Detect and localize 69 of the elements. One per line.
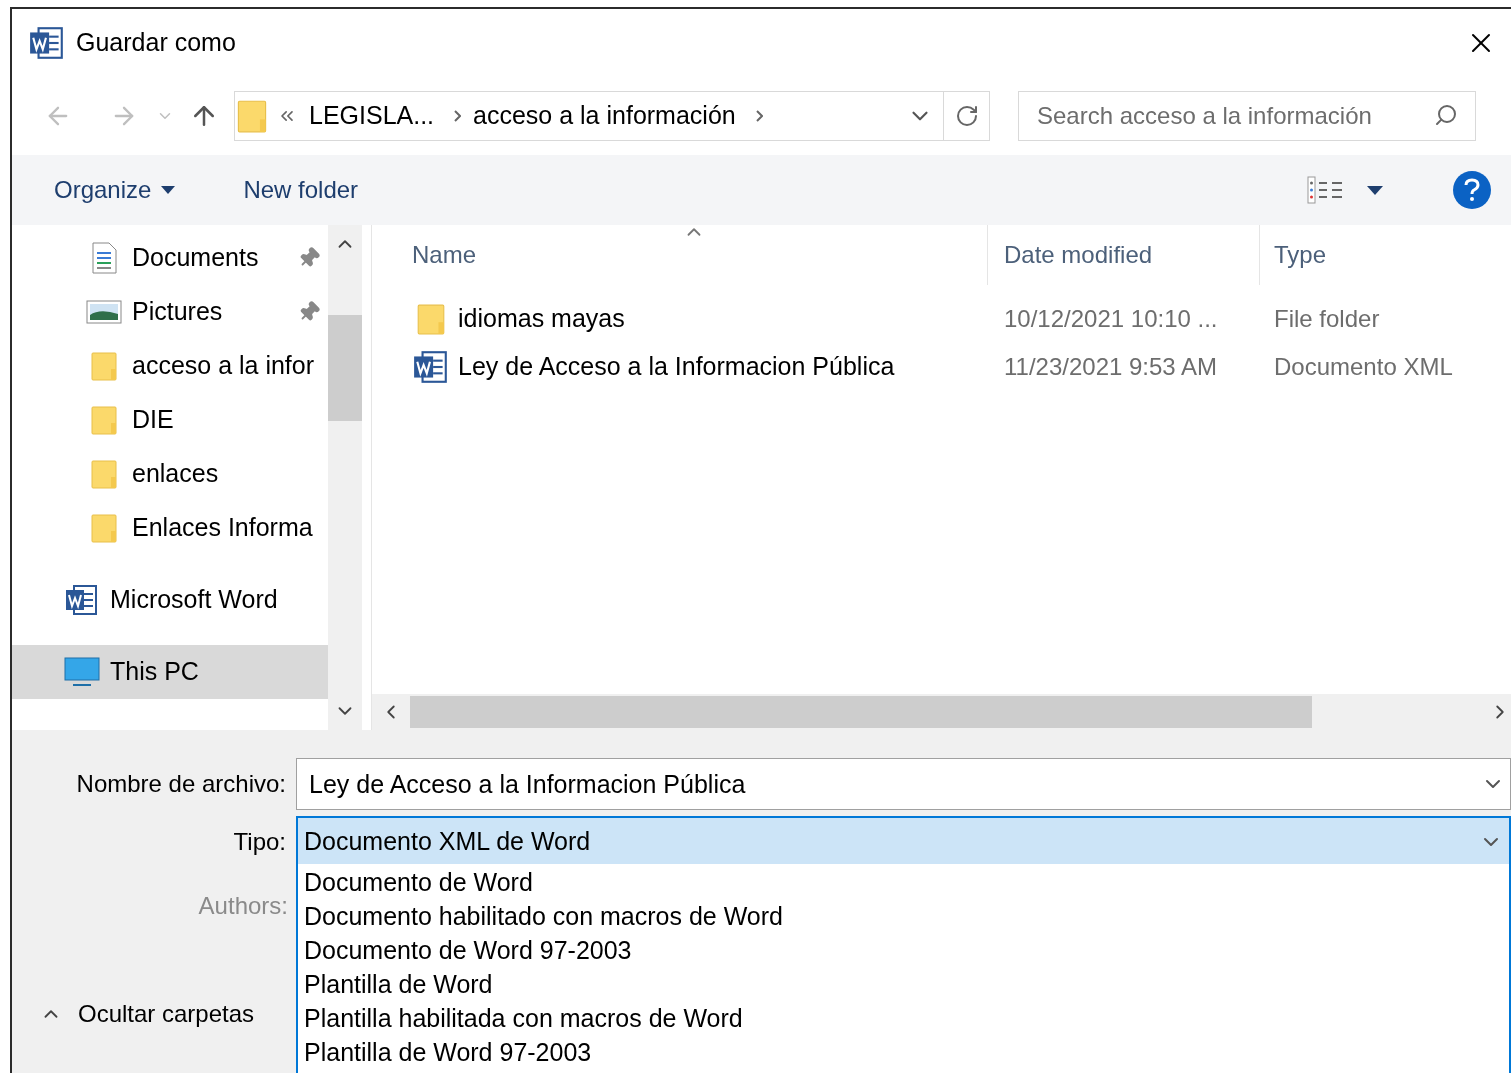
file-date: 11/23/2021 9:53 AM [1003,352,1219,382]
hide-folders-button[interactable]: Ocultar carpetas [40,996,255,1032]
file-name[interactable]: idiomas mayas [458,300,625,338]
file-name[interactable]: Ley de Acceso a la Informacion Pública [458,348,895,386]
refresh-icon [954,104,979,128]
file-type: File folder [1273,304,1380,334]
type-option[interactable]: Documento de Word 97-2003 [304,934,1509,968]
caret-icon [161,186,176,194]
folder-icon [89,459,119,489]
sidebar-item[interactable]: enlaces [12,447,328,501]
document-icon [412,348,450,386]
sidebar-label: enlaces [132,458,219,490]
separator-icon [755,110,763,122]
search-icon [1434,103,1458,127]
document-icon [28,24,66,62]
type-option[interactable]: Documento de Word [304,866,1509,900]
sidebar-label: Enlaces Informa [132,512,313,544]
picture-icon [86,298,122,326]
column-header[interactable]: Type [1260,225,1511,285]
computer-icon [63,655,101,689]
folder-icon [235,99,269,133]
sidebar-item[interactable]: acceso a la infor [12,339,328,393]
document-icon [89,241,119,275]
type-option[interactable]: Plantilla de Word 97-2003 [304,1036,1509,1070]
sidebar-scrollbar[interactable] [328,225,362,730]
horizontal-scrollbar[interactable] [372,694,1511,730]
help-icon [1463,178,1481,202]
caret-icon [1367,185,1383,195]
scrollbar-thumb[interactable] [410,696,1312,728]
folder-icon [89,405,119,435]
document-icon [64,582,100,618]
sidebar-label: Microsoft Word [110,584,278,616]
organize-button[interactable]: Organize [54,172,176,208]
file-type: Documento XML [1273,352,1453,382]
breadcrumb[interactable]: LEGISLA... [309,97,435,135]
folder-icon [89,351,119,381]
search-field[interactable]: Search acceso a la información [1018,91,1476,141]
folder-icon [415,303,447,335]
type-option[interactable]: Plantilla de Word [304,968,1509,1002]
breadcrumb[interactable]: acceso a la información [473,97,736,135]
filename-label: Nombre de archivo: [75,769,286,799]
sidebar-item[interactable]: DIE [12,393,328,447]
column-header[interactable]: Date modified [988,225,1260,285]
sidebar-label: Pictures [132,296,223,328]
sidebar-item[interactable]: Pictures [12,285,328,339]
sidebar-item[interactable]: This PC [12,645,328,699]
filename-field[interactable]: Ley de Acceso a la Informacion Pública [296,758,1511,810]
sidebar-item[interactable]: Enlaces Informa [12,501,328,555]
window-title: Guardar como [76,27,236,59]
type-option[interactable]: Plantilla habilitada con macros de Word [304,1002,1509,1036]
type-option[interactable]: Documento habilitado con macros de Word [304,900,1509,934]
sidebar-label: acceso a la infor [132,350,315,382]
sidebar-label: Documents [132,242,259,274]
sidebar-item[interactable]: Microsoft Word [12,573,328,627]
view-options-button[interactable] [1307,176,1383,204]
scrollbar-thumb[interactable] [328,315,362,421]
sidebar-label: DIE [132,404,174,436]
type-label: Tipo: [232,827,286,857]
separator-icon [454,110,462,122]
folder-icon [89,513,119,543]
authors-label: Authors: [197,891,288,921]
column-header[interactable]: Name [372,225,988,285]
file-date: 10/12/2021 10:10 ... [1003,304,1219,334]
sidebar-item[interactable]: Documents [12,231,328,285]
sidebar-label: This PC [110,656,199,688]
help-button[interactable] [1453,171,1491,209]
address-bar[interactable]: LEGISLA... acceso a la información [234,91,990,141]
new-folder-button[interactable]: New folder [243,172,359,208]
details-view-icon [1307,176,1343,204]
